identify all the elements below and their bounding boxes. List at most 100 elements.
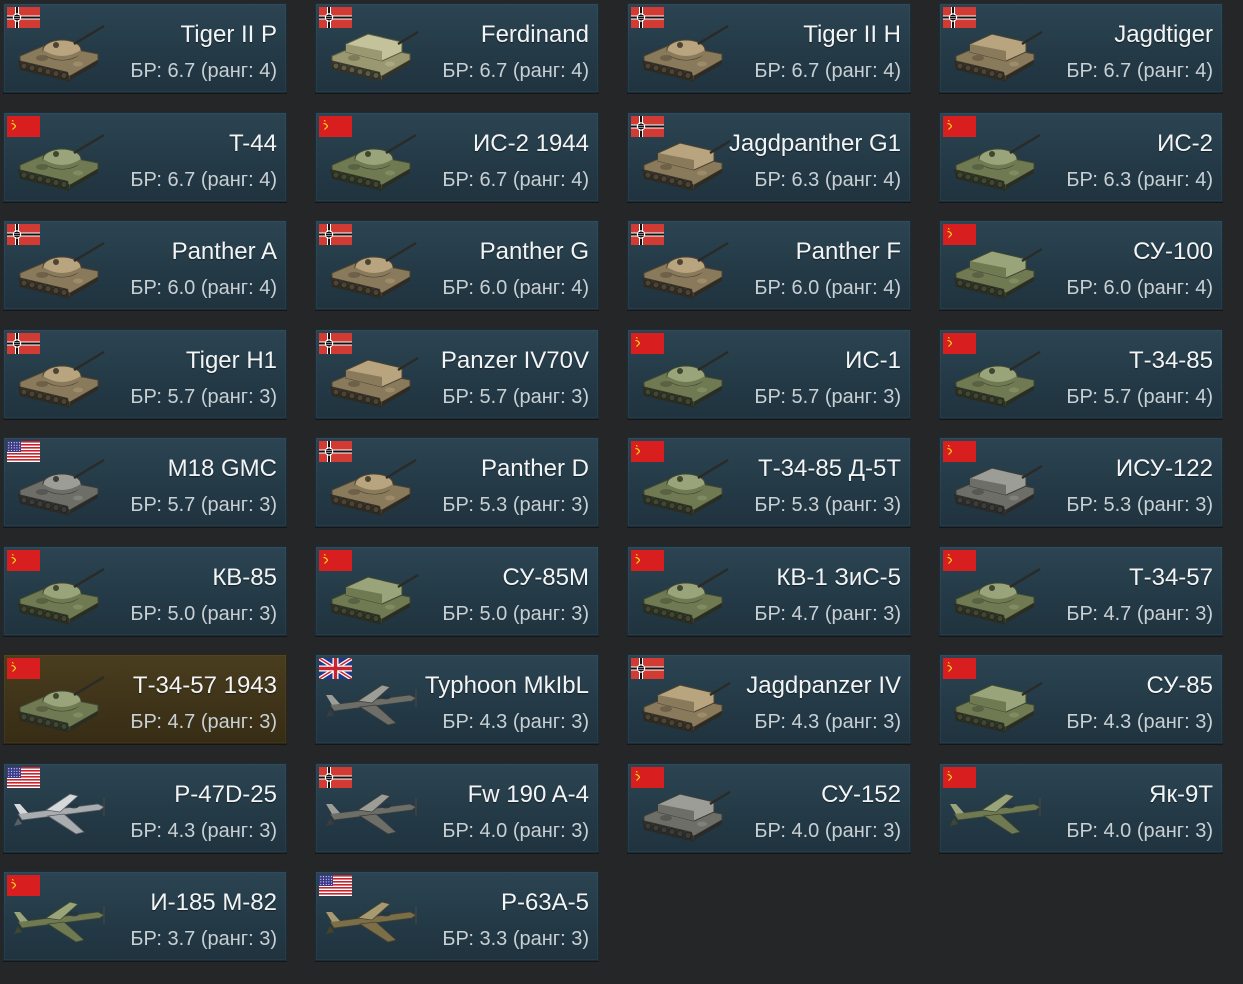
battle-rating: БР: 4.7 (ранг: 3) (1066, 603, 1213, 625)
vehicle-name: Typhoon MkIbL (424, 672, 589, 699)
vehicle-card[interactable]: Tiger II P БР: 6.7 (ранг: 4) (3, 3, 287, 93)
vehicle-name: Tiger II H (803, 21, 901, 48)
vehicle-card[interactable]: Panther F БР: 6.0 (ранг: 4) (627, 220, 911, 310)
vehicle-name: ИСУ-122 (1115, 455, 1213, 482)
vehicle-card[interactable]: Як-9Т БР: 4.0 (ранг: 3) (939, 763, 1223, 853)
ussr-flag-icon (631, 550, 664, 571)
vehicle-name: Panzer IV70V (440, 347, 589, 374)
ussr-flag-icon (631, 333, 664, 354)
vehicle-grid: Tiger II P БР: 6.7 (ранг: 4) Ferdinand БР: … (0, 0, 1243, 984)
usa-flag-icon (7, 767, 40, 788)
vehicle-card[interactable]: P-47D-25 БР: 4.3 (ранг: 3) (3, 763, 287, 853)
vehicle-name: И-185 М-82 (150, 889, 277, 916)
battle-rating: БР: 3.3 (ранг: 3) (442, 928, 589, 950)
germany-flag-icon (319, 767, 352, 788)
vehicle-name: СУ-85М (502, 564, 589, 591)
vehicle-name: Jagdpanther G1 (728, 130, 901, 157)
vehicle-name: ИС-2 1944 (473, 130, 589, 157)
ussr-flag-icon (943, 658, 976, 679)
battle-rating: БР: 6.7 (ранг: 4) (442, 169, 589, 191)
vehicle-card[interactable]: Т-34-57 1943 БР: 4.7 (ранг: 3) (3, 654, 287, 744)
vehicle-card[interactable]: Fw 190 A-4 БР: 4.0 (ранг: 3) (315, 763, 599, 853)
ussr-flag-icon (943, 116, 976, 137)
germany-flag-icon (631, 224, 664, 245)
vehicle-card[interactable]: КВ-85 БР: 5.0 (ранг: 3) (3, 546, 287, 636)
vehicle-name: P-63A-5 (500, 889, 589, 916)
germany-flag-icon (631, 116, 664, 137)
ussr-flag-icon (943, 441, 976, 462)
vehicle-card[interactable]: M18 GMC БР: 5.7 (ранг: 3) (3, 437, 287, 527)
vehicle-card[interactable]: Panther D БР: 5.3 (ранг: 3) (315, 437, 599, 527)
ussr-flag-icon (943, 333, 976, 354)
vehicle-card[interactable]: Т-34-57 БР: 4.7 (ранг: 3) (939, 546, 1223, 636)
germany-flag-icon (7, 7, 40, 28)
vehicle-card[interactable]: КВ-1 ЗиС-5 БР: 4.7 (ранг: 3) (627, 546, 911, 636)
vehicle-card[interactable]: ИС-2 БР: 6.3 (ранг: 4) (939, 112, 1223, 202)
battle-rating: БР: 5.7 (ранг: 3) (754, 386, 901, 408)
vehicle-card[interactable]: Ferdinand БР: 6.7 (ранг: 4) (315, 3, 599, 93)
vehicle-card[interactable]: Т-34-85 БР: 5.7 (ранг: 4) (939, 329, 1223, 419)
vehicle-name: Jagdtiger (1114, 21, 1213, 48)
ussr-flag-icon (7, 875, 40, 896)
battle-rating: БР: 3.7 (ранг: 3) (130, 928, 277, 950)
battle-rating: БР: 5.7 (ранг: 3) (130, 494, 277, 516)
vehicle-name: Panther F (795, 238, 901, 265)
battle-rating: БР: 6.7 (ранг: 4) (1066, 60, 1213, 82)
vehicle-card[interactable]: Jagdpanther G1 БР: 6.3 (ранг: 4) (627, 112, 911, 202)
vehicle-card[interactable]: И-185 М-82 БР: 3.7 (ранг: 3) (3, 871, 287, 961)
battle-rating: БР: 6.0 (ранг: 4) (442, 277, 589, 299)
vehicle-card[interactable]: Tiger II H БР: 6.7 (ранг: 4) (627, 3, 911, 93)
vehicle-name: ИС-1 (845, 347, 901, 374)
vehicle-name: Panther G (479, 238, 589, 265)
battle-rating: БР: 4.3 (ранг: 3) (1066, 711, 1213, 733)
vehicle-card[interactable]: ИСУ-122 БР: 5.3 (ранг: 3) (939, 437, 1223, 527)
vehicle-card[interactable]: Panther G БР: 6.0 (ранг: 4) (315, 220, 599, 310)
ussr-flag-icon (7, 550, 40, 571)
vehicle-card[interactable]: СУ-85М БР: 5.0 (ранг: 3) (315, 546, 599, 636)
germany-flag-icon (631, 7, 664, 28)
ussr-flag-icon (7, 658, 40, 679)
battle-rating: БР: 5.7 (ранг: 4) (1066, 386, 1213, 408)
vehicle-name: СУ-152 (821, 781, 901, 808)
germany-flag-icon (7, 333, 40, 354)
vehicle-name: СУ-100 (1133, 238, 1213, 265)
vehicle-card[interactable]: Т-34-85 Д-5Т БР: 5.3 (ранг: 3) (627, 437, 911, 527)
battle-rating: БР: 5.3 (ранг: 3) (1066, 494, 1213, 516)
germany-flag-icon (319, 441, 352, 462)
ussr-flag-icon (943, 550, 976, 571)
ussr-flag-icon (631, 441, 664, 462)
ussr-flag-icon (7, 116, 40, 137)
battle-rating: БР: 5.0 (ранг: 3) (442, 603, 589, 625)
vehicle-card[interactable]: Jagdpanzer IV БР: 4.3 (ранг: 3) (627, 654, 911, 744)
ussr-flag-icon (631, 767, 664, 788)
ussr-flag-icon (319, 116, 352, 137)
vehicle-card[interactable]: Typhoon MkIbL БР: 4.3 (ранг: 3) (315, 654, 599, 744)
usa-flag-icon (319, 875, 352, 896)
vehicle-card[interactable]: Panzer IV70V БР: 5.7 (ранг: 3) (315, 329, 599, 419)
vehicle-card[interactable]: СУ-152 БР: 4.0 (ранг: 3) (627, 763, 911, 853)
vehicle-name: КВ-85 (212, 564, 277, 591)
vehicle-card[interactable]: СУ-100 БР: 6.0 (ранг: 4) (939, 220, 1223, 310)
battle-rating: БР: 6.0 (ранг: 4) (754, 277, 901, 299)
battle-rating: БР: 6.7 (ранг: 4) (754, 60, 901, 82)
battle-rating: БР: 4.3 (ранг: 3) (442, 711, 589, 733)
battle-rating: БР: 6.0 (ранг: 4) (130, 277, 277, 299)
vehicle-name: ИС-2 (1157, 130, 1213, 157)
vehicle-name: Panther A (171, 238, 277, 265)
vehicle-card[interactable]: Tiger H1 БР: 5.7 (ранг: 3) (3, 329, 287, 419)
vehicle-card[interactable]: ИС-2 1944 БР: 6.7 (ранг: 4) (315, 112, 599, 202)
battle-rating: БР: 4.0 (ранг: 3) (754, 820, 901, 842)
ussr-flag-icon (943, 767, 976, 788)
vehicle-card[interactable]: Panther A БР: 6.0 (ранг: 4) (3, 220, 287, 310)
vehicle-card[interactable]: Jagdtiger БР: 6.7 (ранг: 4) (939, 3, 1223, 93)
vehicle-card[interactable]: P-63A-5 БР: 3.3 (ранг: 3) (315, 871, 599, 961)
battle-rating: БР: 4.0 (ранг: 3) (1066, 820, 1213, 842)
vehicle-card[interactable]: T-44 БР: 6.7 (ранг: 4) (3, 112, 287, 202)
vehicle-card[interactable]: СУ-85 БР: 4.3 (ранг: 3) (939, 654, 1223, 744)
vehicle-name: Fw 190 A-4 (467, 781, 589, 808)
germany-flag-icon (631, 658, 664, 679)
vehicle-name: Tiger H1 (185, 347, 277, 374)
ussr-flag-icon (319, 550, 352, 571)
battle-rating: БР: 5.0 (ранг: 3) (130, 603, 277, 625)
vehicle-card[interactable]: ИС-1 БР: 5.7 (ранг: 3) (627, 329, 911, 419)
